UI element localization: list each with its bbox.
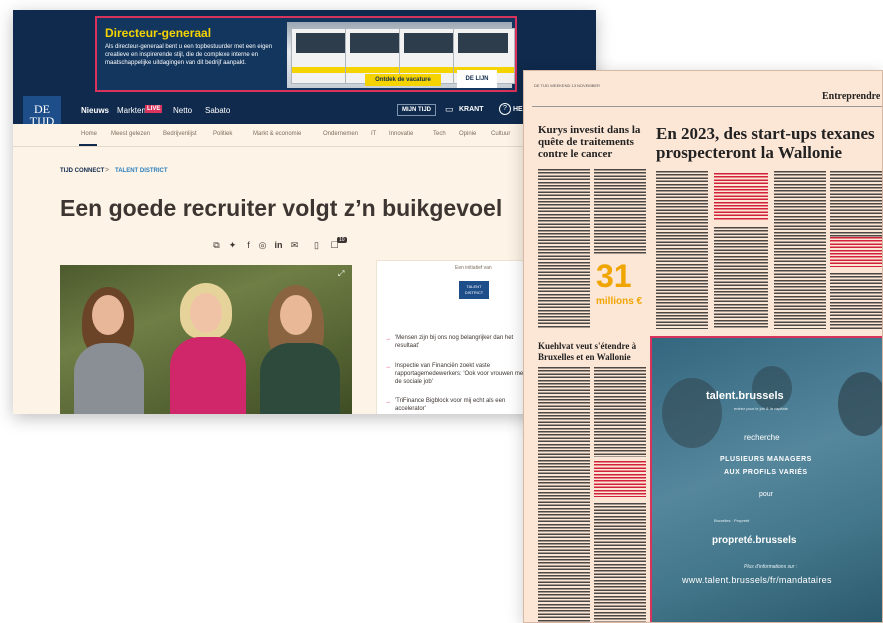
copy-link-icon[interactable]: ⧉	[211, 240, 222, 251]
nav-item-markten[interactable]: Markten	[117, 106, 146, 115]
ad-advertiser-logo: DE LIJN	[457, 70, 497, 88]
nav-item-nieuws[interactable]: Nieuws	[81, 106, 109, 115]
ad-small-label: Bruxelles · Propreté	[714, 518, 750, 523]
text-column	[656, 171, 708, 329]
text-column	[774, 171, 826, 329]
text-column	[830, 273, 882, 329]
text-column	[538, 169, 590, 329]
highlight-block	[594, 461, 646, 497]
sidebox-label: Een initiatief van	[455, 265, 492, 271]
ad-text-line2: AUX PROFILS VARIÉS	[724, 469, 808, 476]
breadcrumb-item[interactable]: TIJD CONNECT	[60, 168, 104, 174]
paper-headline: Kurys investit dans la quête de traiteme…	[538, 124, 641, 160]
live-badge: LIVE	[145, 105, 163, 113]
subnav-item[interactable]: Bedrijvenlijst	[163, 131, 197, 137]
ad-text-pour: pour	[759, 491, 774, 498]
mail-icon[interactable]: ✉	[289, 240, 300, 251]
mijn-tijd-button[interactable]: MIJN TIJD	[397, 104, 437, 116]
arrow-icon: →	[385, 399, 391, 405]
subnav-item[interactable]: Opinie	[459, 131, 476, 137]
linkedin-icon[interactable]: in	[273, 240, 284, 251]
ad-url[interactable]: www.talent.brussels/fr/mandataires	[682, 575, 832, 585]
text-column	[594, 169, 646, 255]
subnav-item[interactable]: Innovatie	[389, 131, 413, 137]
paper-folio: DE TIJD WEEKEND 13 NOVEMBER	[534, 83, 600, 88]
talent-brussels-ad[interactable]: talent.brussels entrez pour le job & la …	[650, 336, 882, 622]
talent-district-logo[interactable]: TALENT DISTRICT	[459, 281, 489, 299]
subnav-item[interactable]: Cultuur	[491, 131, 510, 137]
subnav-item[interactable]: Tech	[433, 131, 446, 137]
banner-area: Directeur-generaal Als directeur-generaa…	[13, 10, 596, 98]
big-number-unit: millions €	[596, 296, 643, 307]
talent-brussels-logo: talent.brussels	[706, 390, 784, 402]
talent-tagline: entrez pour le job & la capitale	[734, 406, 788, 411]
bus-illustration	[291, 28, 353, 84]
subnav-item[interactable]: IT	[371, 131, 376, 137]
article-headline: Een goede recruiter volgt z’n buikgevoel	[60, 195, 503, 221]
expand-icon[interactable]: ⤢	[338, 269, 344, 279]
article-photo: ⤢	[60, 265, 352, 414]
krant-link[interactable]: KRANT	[459, 106, 484, 113]
arrow-icon: →	[385, 364, 391, 370]
highlight-block	[714, 173, 768, 221]
breadcrumb-separator: >	[105, 167, 110, 174]
ad-title: Directeur-generaal	[105, 26, 212, 40]
newspaper-icon[interactable]: ▭	[445, 104, 455, 114]
twitter-icon[interactable]: ✦	[227, 240, 238, 251]
highlight-block	[830, 237, 882, 267]
text-column	[594, 367, 646, 457]
nav-item-netto[interactable]: Netto	[173, 106, 192, 115]
sub-navigation: Home Meest gelezen Bedrijvenlijst Politi…	[13, 124, 596, 147]
ad-cta-button[interactable]: Ontdek de vacature	[365, 74, 441, 86]
related-article-link[interactable]: 'Mensen zijn bij ons nog belangrijker da…	[395, 334, 535, 350]
divider	[532, 106, 882, 107]
related-article-link[interactable]: 'TriFinance Bigblock voor mij echt als e…	[395, 397, 535, 413]
paper-headline: Kuehlvat veut s'étendre à Bruxelles et e…	[538, 341, 637, 362]
ad-text-line1: PLUSIEURS MANAGERS	[720, 456, 812, 463]
ad-text: Als directeur-generaal bent u een topbes…	[105, 44, 273, 66]
banner-ad[interactable]: Directeur-generaal Als directeur-generaa…	[95, 16, 517, 92]
subnav-item[interactable]: Home	[81, 131, 97, 137]
breadcrumb-item[interactable]: TALENT DISTRICT	[115, 168, 168, 174]
main-navbar: DE TIJD Nieuws Markten LIVE Netto Sabato…	[13, 96, 596, 134]
text-column	[594, 503, 646, 622]
proprete-brussels-logo: propreté.brussels	[712, 535, 797, 546]
subnav-item[interactable]: Politiek	[213, 131, 232, 137]
related-article-link[interactable]: Inspectie van Financiën zoekt vaste rapp…	[395, 362, 535, 386]
subnav-item[interactable]: Meest gelezen	[111, 131, 150, 137]
ad-info-label: Plus d'informations sur :	[744, 564, 798, 570]
text-column	[830, 171, 882, 237]
help-icon[interactable]: ?	[499, 103, 511, 115]
whatsapp-icon[interactable]: ◎	[257, 240, 268, 251]
facebook-icon[interactable]: f	[243, 240, 254, 251]
subnav-item[interactable]: Ondernemen	[323, 131, 358, 137]
ad-text-recherche: recherche	[744, 433, 780, 442]
website-screenshot: Directeur-generaal Als directeur-generaa…	[13, 10, 596, 414]
subnav-item[interactable]: Markt & economie	[253, 131, 301, 137]
paper-headline-main: En 2023, des start-ups texanes prospecte…	[656, 124, 875, 162]
comment-count-badge: 10	[337, 237, 347, 243]
paper-section-title: Entreprendre	[822, 91, 881, 102]
arrow-icon: →	[385, 336, 391, 342]
text-column	[538, 367, 590, 622]
active-tab-indicator	[79, 144, 97, 146]
bookmark-icon[interactable]: ▯	[311, 240, 322, 251]
newspaper-page: DE TIJD WEEKEND 13 NOVEMBER Entreprendre…	[523, 70, 883, 623]
nav-item-sabato[interactable]: Sabato	[205, 106, 230, 115]
text-column	[714, 227, 768, 329]
big-number: 31	[596, 258, 632, 294]
